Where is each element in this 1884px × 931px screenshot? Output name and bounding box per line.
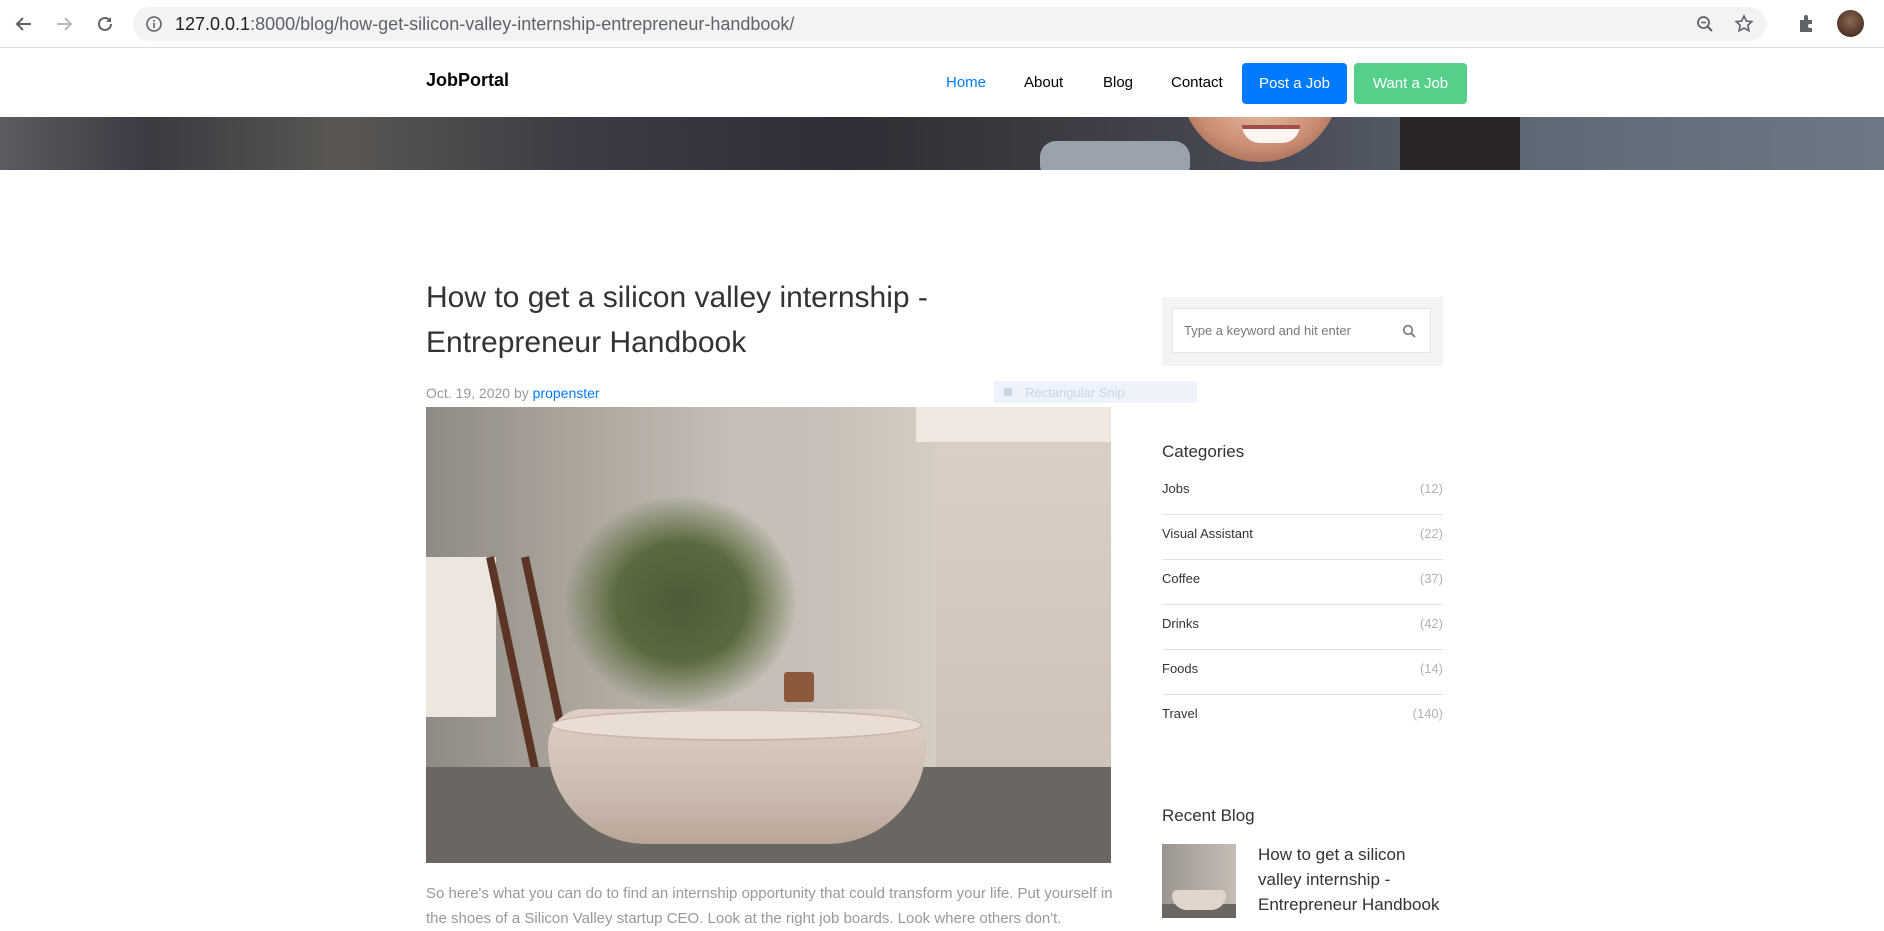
- category-item-travel[interactable]: Travel (140): [1162, 694, 1443, 739]
- recent-post-link[interactable]: How to get a silicon valley internship -…: [1258, 842, 1448, 917]
- recent-blog-heading: Recent Blog: [1162, 806, 1255, 825]
- category-count: (37): [1419, 571, 1443, 586]
- search-placeholder: Type a keyword and hit enter: [1184, 323, 1351, 338]
- hero-banner-image: [0, 117, 1884, 170]
- nav-about[interactable]: About: [1024, 74, 1063, 91]
- address-bar[interactable]: 127.0.0.1:8000/blog/how-get-silicon-vall…: [133, 7, 1766, 41]
- browser-toolbar: 127.0.0.1:8000/blog/how-get-silicon-vall…: [0, 0, 1884, 48]
- category-name: Visual Assistant: [1162, 526, 1253, 541]
- category-name: Jobs: [1162, 481, 1190, 496]
- nav-blog[interactable]: Blog: [1103, 74, 1133, 91]
- nav-home[interactable]: Home: [946, 74, 986, 91]
- url-text: 127.0.0.1:8000/blog/how-get-silicon-vall…: [175, 14, 795, 34]
- bookmark-star-icon[interactable]: [1734, 14, 1754, 39]
- snip-tooltip-overlay: Rectangular Snip: [994, 381, 1197, 403]
- recent-post-thumbnail[interactable]: [1162, 844, 1236, 918]
- brand-logo[interactable]: JobPortal: [426, 70, 509, 91]
- categories-heading: Categories: [1162, 442, 1245, 461]
- want-job-button[interactable]: Want a Job: [1354, 63, 1467, 104]
- zoom-icon[interactable]: [1696, 15, 1714, 38]
- reload-icon[interactable]: [91, 10, 119, 38]
- category-count: (42): [1419, 616, 1443, 631]
- forward-icon[interactable]: [50, 10, 78, 38]
- category-name: Foods: [1162, 661, 1199, 676]
- category-item-coffee[interactable]: Coffee (37): [1162, 559, 1443, 605]
- category-item-visual-assistant[interactable]: Visual Assistant (22): [1162, 514, 1443, 560]
- category-item-jobs[interactable]: Jobs (12): [1162, 469, 1443, 515]
- site-info-icon[interactable]: [145, 15, 163, 38]
- article-meta: Oct. 19, 2020 by propenster: [426, 385, 600, 401]
- search-input[interactable]: Type a keyword and hit enter: [1172, 308, 1431, 353]
- snip-label: Rectangular Snip: [1025, 384, 1125, 400]
- sidebar-search: Type a keyword and hit enter: [1162, 297, 1443, 366]
- category-count: (14): [1419, 661, 1443, 676]
- post-job-button[interactable]: Post a Job: [1242, 63, 1347, 104]
- byline-label: by: [513, 385, 529, 401]
- category-item-drinks[interactable]: Drinks (42): [1162, 604, 1443, 650]
- category-item-foods[interactable]: Foods (14): [1162, 649, 1443, 695]
- category-count: (22): [1419, 526, 1443, 541]
- profile-avatar[interactable]: [1837, 10, 1864, 37]
- site-navbar: JobPortal Home About Blog Contact Post a…: [0, 48, 1884, 117]
- category-name: Coffee: [1162, 571, 1201, 586]
- article-title: How to get a silicon valley internship -…: [426, 281, 928, 359]
- category-count: (140): [1412, 706, 1443, 721]
- search-icon[interactable]: [1402, 324, 1416, 341]
- category-count: (12): [1419, 481, 1443, 496]
- extensions-icon[interactable]: [1796, 12, 1818, 39]
- nav-contact[interactable]: Contact: [1171, 74, 1223, 91]
- category-name: Drinks: [1162, 616, 1199, 631]
- article-excerpt: So here's what you can do to find an int…: [426, 885, 1113, 927]
- author-link[interactable]: propenster: [533, 385, 600, 401]
- article-featured-image: [426, 407, 1111, 863]
- snip-icon: [1004, 388, 1012, 396]
- category-name: Travel: [1162, 706, 1198, 721]
- back-icon[interactable]: [10, 10, 38, 38]
- article-date: Oct. 19, 2020: [426, 385, 511, 401]
